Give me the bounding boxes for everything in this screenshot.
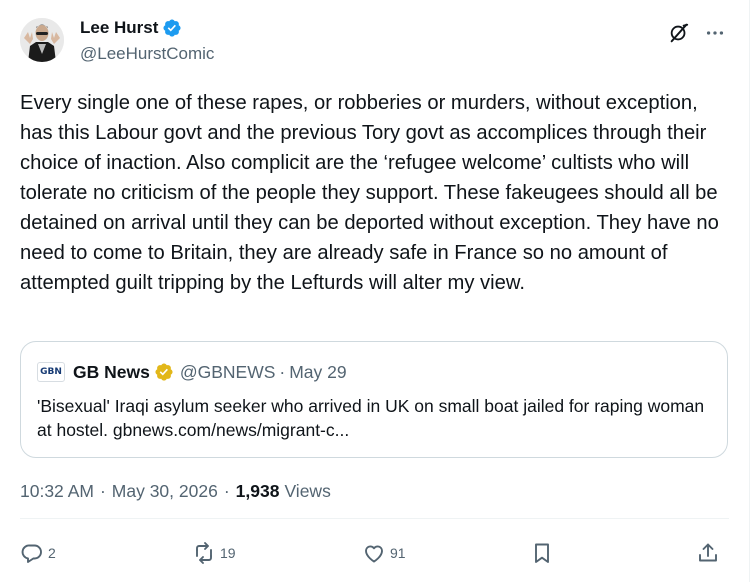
reply-count: 2: [48, 545, 56, 561]
post-text: Every single one of these rapes, or robb…: [20, 92, 719, 294]
like-button[interactable]: 91: [362, 536, 406, 570]
repost-button[interactable]: 19: [192, 536, 236, 570]
quoted-date: May 29: [289, 361, 347, 382]
more-icon[interactable]: [704, 22, 726, 44]
post-time[interactable]: 10:32 AM: [20, 481, 94, 502]
separator-dot: ·: [279, 361, 286, 382]
separator-dot: ·: [99, 481, 106, 501]
name-row: Lee Hurst: [80, 18, 182, 38]
avatar[interactable]: [20, 18, 64, 62]
like-icon: [365, 545, 383, 563]
bookmark-icon: [535, 543, 549, 563]
verified-badge-icon[interactable]: [162, 18, 182, 38]
repost-count: 19: [220, 545, 236, 561]
separator-dot: ·: [223, 481, 230, 501]
views-label: Views: [284, 481, 331, 501]
tweet: Lee Hurst @LeeHurstComic Every single on…: [0, 0, 750, 582]
display-name[interactable]: Lee Hurst: [80, 18, 158, 38]
reply-button[interactable]: 2: [20, 536, 56, 570]
views-count: 1,938: [235, 481, 280, 501]
share-button[interactable]: [696, 536, 720, 570]
user-handle[interactable]: @LeeHurstComic: [80, 44, 214, 64]
post-meta: 10:32 AM · May 30, 2026 · 1,938 Views: [20, 481, 331, 502]
like-count: 91: [390, 545, 406, 561]
quoted-post-header: GBN GB News @GBNEWS · May 29: [37, 361, 347, 383]
grok-icon[interactable]: [668, 22, 690, 44]
bookmark-button[interactable]: [530, 536, 554, 570]
quoted-text: 'Bisexual' Iraqi asylum seeker who arriv…: [37, 396, 705, 440]
gold-verified-badge-icon: [154, 362, 174, 382]
repost-icon: [196, 542, 212, 564]
action-bar: 2 19 91: [20, 536, 724, 570]
gb-news-logo: GBN: [37, 362, 65, 382]
quoted-display-name: GB News: [73, 361, 150, 382]
reply-icon: [21, 544, 42, 563]
share-icon: [699, 543, 717, 562]
quoted-handle: @GBNEWS: [179, 361, 276, 382]
divider: [20, 518, 729, 519]
post-date[interactable]: May 30, 2026: [112, 481, 218, 502]
tweet-header: Lee Hurst @LeeHurstComic: [20, 14, 730, 70]
quoted-post[interactable]: GBN GB News @GBNEWS · May 29 'Bisexual' …: [20, 341, 728, 458]
